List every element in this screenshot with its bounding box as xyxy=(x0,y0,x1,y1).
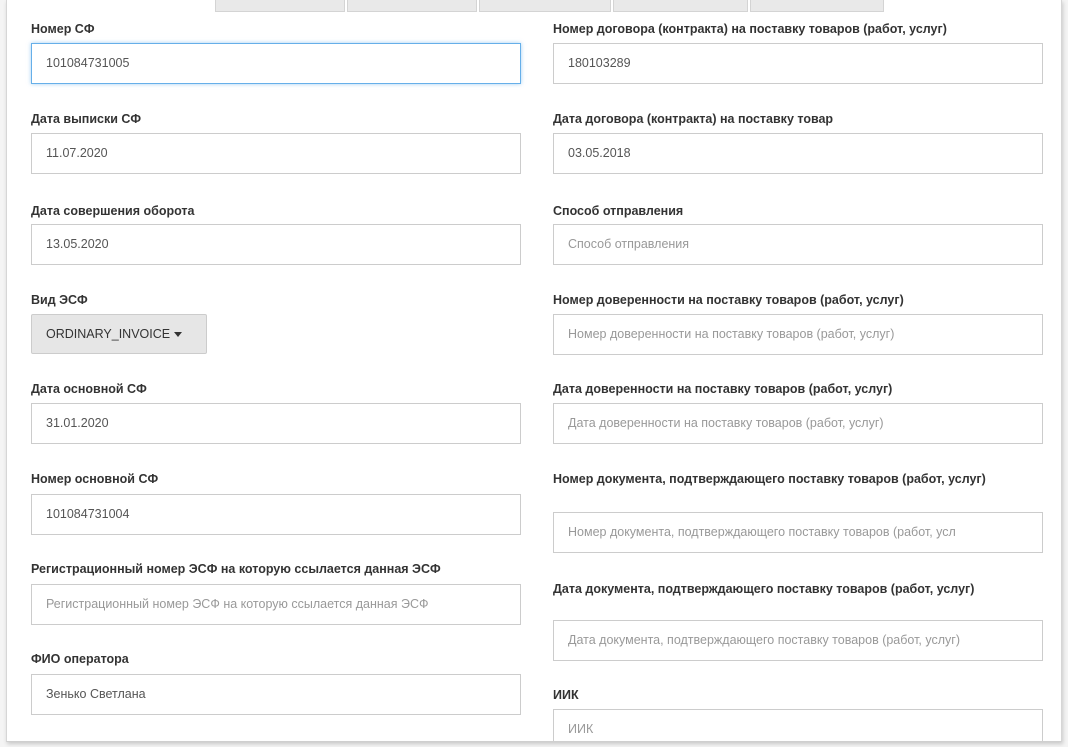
issue-date-input[interactable]: 11.07.2020 xyxy=(31,133,521,174)
reg-number-input[interactable]: Регистрационный номер ЭСФ на которую ссы… xyxy=(31,584,521,625)
field-doc-date: Дата документа, подтверждающего поставку… xyxy=(553,581,1043,665)
tab-3[interactable] xyxy=(479,0,611,12)
esf-type-dropdown[interactable]: ORDINARY_INVOICE xyxy=(31,314,207,354)
field-esf-type: Вид ЭСФ ORDINARY_INVOICE xyxy=(31,292,521,362)
poa-number-label: Номер доверенности на поставку товаров (… xyxy=(553,293,904,307)
field-operator: ФИО оператора Зенько Светлана xyxy=(31,651,521,721)
iik-input[interactable]: ИИК xyxy=(553,709,1043,741)
field-poa-date: Дата доверенности на поставку товаров (р… xyxy=(553,381,1043,451)
turnover-date-label: Дата совершения оборота xyxy=(31,204,195,218)
field-reg-number: Регистрационный номер ЭСФ на которую ссы… xyxy=(31,561,521,631)
iik-label: ИИК xyxy=(553,688,579,702)
field-iik: ИИК ИИК xyxy=(553,687,1043,741)
esf-type-label: Вид ЭСФ xyxy=(31,293,88,307)
tab-strip xyxy=(215,0,886,12)
doc-number-input[interactable]: Номер документа, подтверждающего поставк… xyxy=(553,512,1043,553)
field-doc-number: Номер документа, подтверждающего поставк… xyxy=(553,471,1043,555)
main-sf-number-input[interactable]: 101084731004 xyxy=(31,494,521,535)
sf-number-input[interactable]: 101084731005 xyxy=(31,43,521,84)
shipping-method-input[interactable]: Способ отправления xyxy=(553,224,1043,265)
doc-date-input[interactable]: Дата документа, подтверждающего поставку… xyxy=(553,620,1043,661)
tab-1[interactable] xyxy=(215,0,345,12)
tab-2[interactable] xyxy=(347,0,477,12)
operator-input[interactable]: Зенько Светлана xyxy=(31,674,521,715)
contract-number-label: Номер договора (контракта) на поставку т… xyxy=(553,22,947,36)
caret-down-icon xyxy=(174,332,183,338)
field-sf-number: Номер СФ 101084731005 xyxy=(31,21,521,91)
field-contract-date: Дата договора (контракта) на поставку то… xyxy=(553,111,1043,181)
poa-number-input[interactable]: Номер доверенности на поставку товаров (… xyxy=(553,314,1043,355)
main-sf-number-label: Номер основной СФ xyxy=(31,472,159,486)
turnover-date-input[interactable]: 13.05.2020 xyxy=(31,224,521,265)
field-main-sf-number: Номер основной СФ 101084731004 xyxy=(31,471,521,541)
contract-date-input[interactable]: 03.05.2018 xyxy=(553,133,1043,174)
field-poa-number: Номер доверенности на поставку товаров (… xyxy=(553,292,1043,362)
tab-4[interactable] xyxy=(613,0,748,12)
field-shipping-method: Способ отправления Способ отправления xyxy=(553,203,1043,273)
doc-number-label: Номер документа, подтверждающего поставк… xyxy=(553,472,986,486)
field-turnover-date: Дата совершения оборота 13.05.2020 xyxy=(31,203,521,273)
poa-date-input[interactable]: Дата доверенности на поставку товаров (р… xyxy=(553,403,1043,444)
doc-date-label: Дата документа, подтверждающего поставку… xyxy=(553,582,975,596)
tab-5[interactable] xyxy=(750,0,884,12)
invoice-form-panel: Номер СФ 101084731005 Дата выписки СФ 11… xyxy=(6,0,1062,742)
shipping-method-label: Способ отправления xyxy=(553,204,684,218)
poa-date-label: Дата доверенности на поставку товаров (р… xyxy=(553,382,893,396)
contract-date-label: Дата договора (контракта) на поставку то… xyxy=(553,112,834,126)
main-sf-date-input[interactable]: 31.01.2020 xyxy=(31,403,521,444)
operator-label: ФИО оператора xyxy=(31,652,129,666)
field-issue-date: Дата выписки СФ 11.07.2020 xyxy=(31,111,521,181)
esf-type-value: ORDINARY_INVOICE xyxy=(46,327,171,341)
sf-number-label: Номер СФ xyxy=(31,22,95,36)
issue-date-label: Дата выписки СФ xyxy=(31,112,142,126)
contract-number-input[interactable]: 180103289 xyxy=(553,43,1043,84)
main-sf-date-label: Дата основной СФ xyxy=(31,382,147,396)
field-contract-number: Номер договора (контракта) на поставку т… xyxy=(553,21,1043,91)
reg-number-label: Регистрационный номер ЭСФ на которую ссы… xyxy=(31,562,441,576)
field-main-sf-date: Дата основной СФ 31.01.2020 xyxy=(31,381,521,451)
